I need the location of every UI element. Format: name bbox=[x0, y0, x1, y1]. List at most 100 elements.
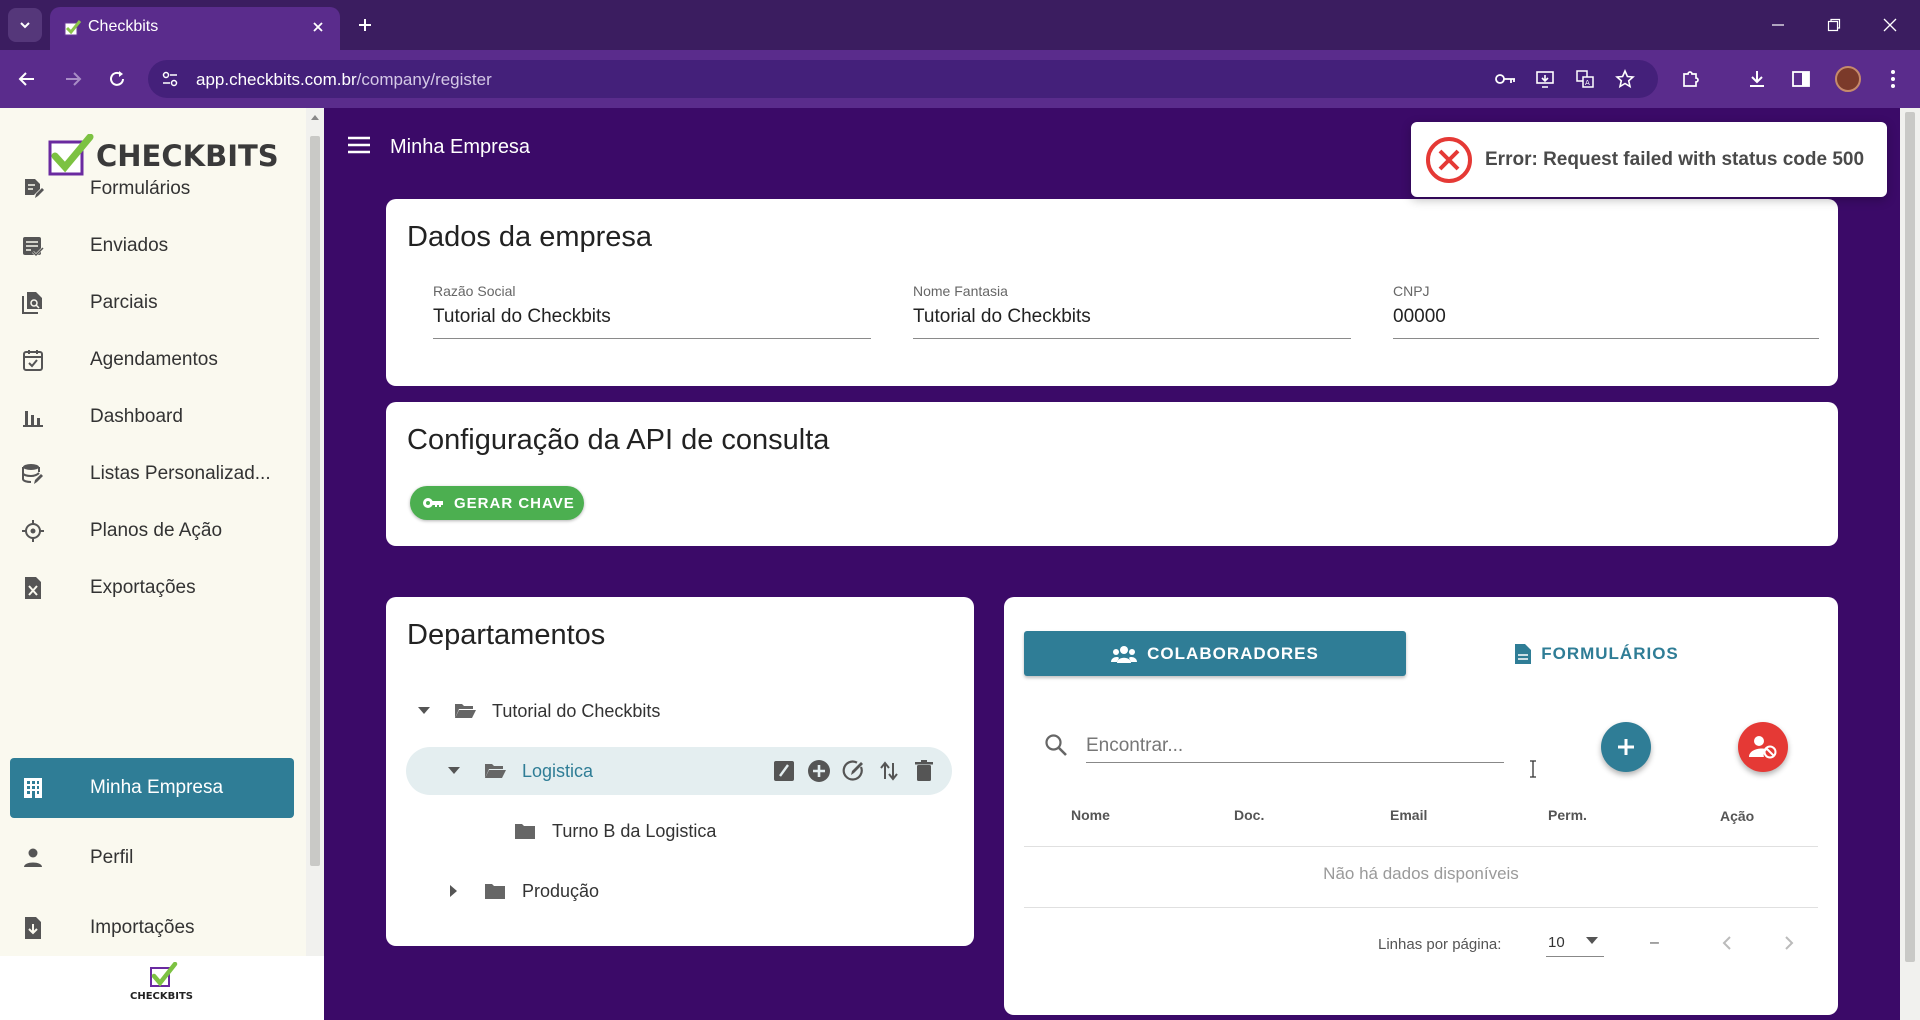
checkbits-favicon-icon bbox=[64, 20, 82, 36]
caret-down-icon[interactable] bbox=[416, 703, 432, 719]
profile-avatar[interactable] bbox=[1835, 66, 1861, 92]
tree-node-label: Turno B da Logistica bbox=[552, 821, 717, 841]
tree-node-root[interactable]: Tutorial do Checkbits bbox=[406, 687, 952, 735]
sidebar-scrollbar[interactable] bbox=[306, 108, 324, 956]
partial-docs-icon bbox=[20, 290, 46, 316]
sidebar-item-minha-empresa[interactable]: Minha Empresa bbox=[10, 758, 294, 818]
column-header-email[interactable]: Email bbox=[1390, 807, 1427, 823]
translate-icon[interactable]: A bbox=[1574, 68, 1596, 90]
sidebar-item-enviados[interactable]: Enviados bbox=[10, 216, 294, 276]
search-input[interactable] bbox=[1086, 729, 1504, 763]
building-icon bbox=[20, 775, 46, 801]
caret-right-icon[interactable] bbox=[446, 883, 462, 899]
nome-fantasia-field[interactable]: Nome Fantasia Tutorial do Checkbits bbox=[913, 283, 1351, 339]
field-value: Tutorial do Checkbits bbox=[433, 306, 611, 327]
page-range-text: – bbox=[1650, 934, 1659, 951]
sidebar-item-dashboard[interactable]: Dashboard bbox=[10, 387, 294, 447]
tree-node-turno-b[interactable]: Turno B da Logistica bbox=[406, 807, 952, 855]
sidebar-item-label: Agendamentos bbox=[90, 349, 218, 370]
sidebar-item-agendamentos[interactable]: Agendamentos bbox=[10, 330, 294, 390]
table-divider bbox=[1024, 846, 1818, 847]
side-panel-icon[interactable] bbox=[1786, 64, 1816, 94]
tab-search-button[interactable] bbox=[8, 8, 42, 42]
company-data-card: Dados da empresa Razão Social Tutorial d… bbox=[386, 199, 1838, 386]
site-info-icon[interactable] bbox=[160, 69, 180, 89]
rows-per-page-select[interactable]: 10 bbox=[1546, 927, 1604, 957]
restore-icon[interactable] bbox=[1816, 10, 1852, 40]
chevron-down-icon bbox=[20, 22, 30, 29]
more-menu-icon[interactable] bbox=[1878, 64, 1908, 94]
back-icon[interactable] bbox=[12, 64, 42, 94]
scroll-up-icon[interactable] bbox=[311, 114, 319, 120]
api-card-title: Configuração da API de consulta bbox=[407, 424, 830, 456]
column-header-perm[interactable]: Perm. bbox=[1548, 807, 1587, 823]
browser-titlebar: Checkbits bbox=[0, 0, 1920, 50]
minimize-icon[interactable] bbox=[1760, 10, 1796, 40]
caret-down-icon[interactable] bbox=[446, 763, 462, 779]
sidebar-item-label: Exportações bbox=[90, 577, 196, 598]
close-window-icon[interactable] bbox=[1872, 10, 1908, 40]
extensions-icon[interactable] bbox=[1676, 64, 1706, 94]
sidebar-footer: CHECKBITS bbox=[0, 956, 324, 1020]
razao-social-field[interactable]: Razão Social Tutorial do Checkbits bbox=[433, 283, 871, 339]
column-header-doc[interactable]: Doc. bbox=[1234, 807, 1264, 823]
sidebar-item-formularios[interactable]: Formulários bbox=[10, 159, 294, 219]
page-scrollbar[interactable] bbox=[1900, 108, 1920, 1020]
key-icon bbox=[423, 498, 443, 508]
sidebar-item-importacoes[interactable]: Importações bbox=[10, 898, 294, 958]
hamburger-menu-icon[interactable] bbox=[346, 134, 374, 160]
reload-icon[interactable] bbox=[102, 64, 132, 94]
plus-icon bbox=[1618, 739, 1634, 755]
generate-key-button[interactable]: GERAR CHAVE bbox=[410, 486, 584, 520]
remove-user-button[interactable] bbox=[1738, 722, 1788, 772]
tree-node-logistica[interactable]: Logistica bbox=[406, 747, 952, 795]
crosshair-icon bbox=[20, 518, 46, 544]
column-header-acao: Ação bbox=[1720, 808, 1755, 824]
departments-card: Departamentos Tutorial do Checkbits Logi… bbox=[386, 597, 974, 946]
next-page-icon[interactable] bbox=[1775, 929, 1803, 957]
field-value: 00000 bbox=[1393, 306, 1446, 327]
page-title: Minha Empresa bbox=[390, 136, 531, 158]
error-toast[interactable]: Error: Request failed with status code 5… bbox=[1411, 122, 1887, 197]
new-tab-icon[interactable] bbox=[352, 12, 378, 38]
rows-per-page-label: Linhas por página: bbox=[1378, 936, 1502, 953]
move-icon[interactable] bbox=[877, 759, 901, 783]
cnpj-field[interactable]: CNPJ 00000 bbox=[1393, 283, 1819, 339]
browser-tab[interactable]: Checkbits bbox=[50, 7, 340, 50]
company-card-title: Dados da empresa bbox=[407, 221, 653, 253]
address-bar[interactable]: app.checkbits.com.br/company/register A bbox=[148, 60, 1658, 98]
sidebar: CHECKBITS Formulários Enviados Parciais … bbox=[0, 108, 306, 1020]
tab-close-icon[interactable] bbox=[306, 15, 330, 39]
edit-circle-icon[interactable] bbox=[842, 759, 866, 783]
sidebar-item-listas[interactable]: Listas Personalizad... bbox=[10, 444, 294, 504]
rename-icon[interactable] bbox=[772, 759, 796, 783]
tree-node-label: Tutorial do Checkbits bbox=[492, 701, 661, 721]
tab-formularios[interactable]: FORMULÁRIOS bbox=[1406, 631, 1788, 676]
tab-colaboradores[interactable]: COLABORADORES bbox=[1024, 631, 1406, 676]
bookmark-star-icon[interactable] bbox=[1614, 68, 1636, 90]
column-header-nome[interactable]: Nome bbox=[1071, 807, 1110, 823]
sidebar-item-label: Formulários bbox=[90, 178, 191, 199]
sidebar-item-planos[interactable]: Planos de Ação bbox=[10, 501, 294, 561]
forward-icon[interactable] bbox=[58, 64, 88, 94]
person-block-icon bbox=[1749, 736, 1777, 759]
install-app-icon[interactable] bbox=[1534, 68, 1556, 90]
prev-page-icon[interactable] bbox=[1713, 929, 1741, 957]
error-toast-message: Error: Request failed with status code 5… bbox=[1485, 149, 1865, 170]
sidebar-scrollbar-thumb[interactable] bbox=[310, 136, 320, 866]
document-icon bbox=[1515, 643, 1532, 664]
file-import-icon bbox=[20, 915, 46, 941]
add-subdepartment-icon[interactable] bbox=[807, 759, 831, 783]
delete-icon[interactable] bbox=[912, 759, 936, 783]
folder-open-icon bbox=[455, 704, 476, 718]
add-collaborator-button[interactable] bbox=[1601, 722, 1651, 772]
tree-node-producao[interactable]: Produção bbox=[406, 867, 952, 915]
sidebar-item-perfil[interactable]: Perfil bbox=[10, 828, 294, 888]
text-cursor-icon bbox=[1530, 760, 1536, 778]
empty-state-text: Não há dados disponíveis bbox=[1323, 864, 1519, 883]
download-icon[interactable] bbox=[1742, 64, 1772, 94]
sidebar-item-exportacoes[interactable]: Exportações bbox=[10, 558, 294, 618]
key-icon[interactable] bbox=[1494, 68, 1516, 90]
page-scrollbar-thumb[interactable] bbox=[1905, 112, 1915, 962]
sidebar-item-parciais[interactable]: Parciais bbox=[10, 273, 294, 333]
